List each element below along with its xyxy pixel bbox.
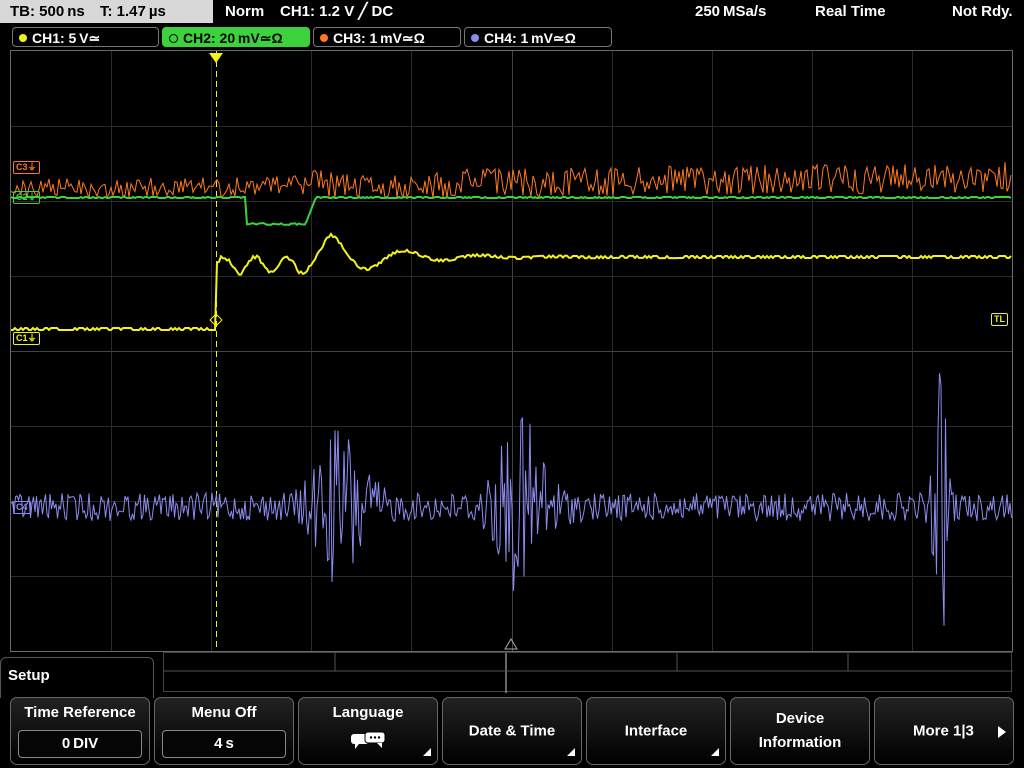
ch1-label: CH1: 5 V≃ xyxy=(32,30,101,46)
sample-rate: 250 MSa/s xyxy=(695,3,767,20)
ch4-label: CH4: 1 mV≃Ω xyxy=(484,30,576,46)
menu-off-value[interactable]: 4 s xyxy=(162,730,286,758)
ch4-color-dot xyxy=(471,34,479,43)
ch2-label: CH2: 20 mV≃Ω xyxy=(183,30,283,46)
ch4-offset-marker[interactable]: C4 xyxy=(13,501,31,514)
more-label: More 1|3 xyxy=(913,722,974,740)
submenu-indicator-icon xyxy=(711,748,719,756)
trigger-level-marker[interactable]: TL xyxy=(991,313,1008,326)
channel-tab-ch1[interactable]: CH1: 5 V≃ xyxy=(12,27,159,47)
submenu-indicator-icon xyxy=(567,748,575,756)
interface-label: Interface xyxy=(624,722,688,740)
language-softkey[interactable]: Language xyxy=(298,697,438,765)
ch1-trace xyxy=(11,232,1012,332)
date-time-label: Date & Time xyxy=(468,722,556,740)
ch3-offset-marker[interactable]: C3⏚ xyxy=(13,161,40,174)
ch3-trace xyxy=(11,162,1012,200)
ch2-color-dot xyxy=(169,33,178,43)
device-information-softkey[interactable]: Device Information xyxy=(730,697,870,765)
channel-tab-ch3[interactable]: CH3: 1 mV≃Ω xyxy=(313,27,461,47)
ch1-color-dot xyxy=(19,34,27,43)
submenu-indicator-icon xyxy=(423,748,431,756)
date-time-softkey[interactable]: Date & Time xyxy=(442,697,582,765)
memory-overview-bar[interactable] xyxy=(163,652,1013,693)
ch3-color-dot xyxy=(320,34,328,43)
time-reference-label: Time Reference xyxy=(24,704,136,721)
ch1-offset-marker[interactable]: C1⏚ xyxy=(13,332,40,345)
trigger-mode[interactable]: Norm xyxy=(225,0,264,23)
menu-title: Setup xyxy=(8,667,50,684)
time-reference-value[interactable]: 0 DIV xyxy=(18,730,142,758)
device-information-label: Device Information xyxy=(758,710,842,751)
timebase-readout: TB: 500 ns xyxy=(10,3,85,20)
channel-tab-ch2[interactable]: CH2: 20 mV≃Ω xyxy=(162,27,310,47)
timebase-panel[interactable]: TB: 500 ns T: 1.47 µs xyxy=(0,0,213,23)
menu-off-softkey[interactable]: Menu Off 4 s xyxy=(154,697,294,765)
speech-bubble-icon xyxy=(351,731,386,749)
ch4-trace xyxy=(11,373,1012,626)
next-page-icon xyxy=(998,726,1006,738)
status-bar: Norm CH1: 1.2 V ╱ DC 250 MSa/s Real Time… xyxy=(215,0,1024,23)
menu-off-label: Menu Off xyxy=(191,704,257,721)
channel-tab-ch4[interactable]: CH4: 1 mV≃Ω xyxy=(464,27,612,47)
waveform-graticule xyxy=(11,51,1012,651)
ch2-offset-marker[interactable]: C2⏚ xyxy=(13,191,40,204)
time-reference-icon xyxy=(504,638,518,650)
trigger-source[interactable]: CH1: 1.2 V ╱ DC xyxy=(280,0,393,23)
time-reference-softkey[interactable]: Time Reference 0 DIV xyxy=(10,697,150,765)
ch3-label: CH3: 1 mV≃Ω xyxy=(333,30,425,46)
trigger-time-readout: T: 1.47 µs xyxy=(100,3,166,20)
memory-overview-ticks xyxy=(164,653,1013,693)
language-label: Language xyxy=(332,704,404,721)
more-softkey[interactable]: More 1|3 xyxy=(874,697,1014,765)
acquisition-state: Not Rdy. xyxy=(952,3,1013,20)
interface-softkey[interactable]: Interface xyxy=(586,697,726,765)
waveform-display[interactable]: C3⏚ C2⏚ C1⏚ C4 TL xyxy=(10,50,1013,652)
acquisition-mode[interactable]: Real Time xyxy=(815,0,886,23)
